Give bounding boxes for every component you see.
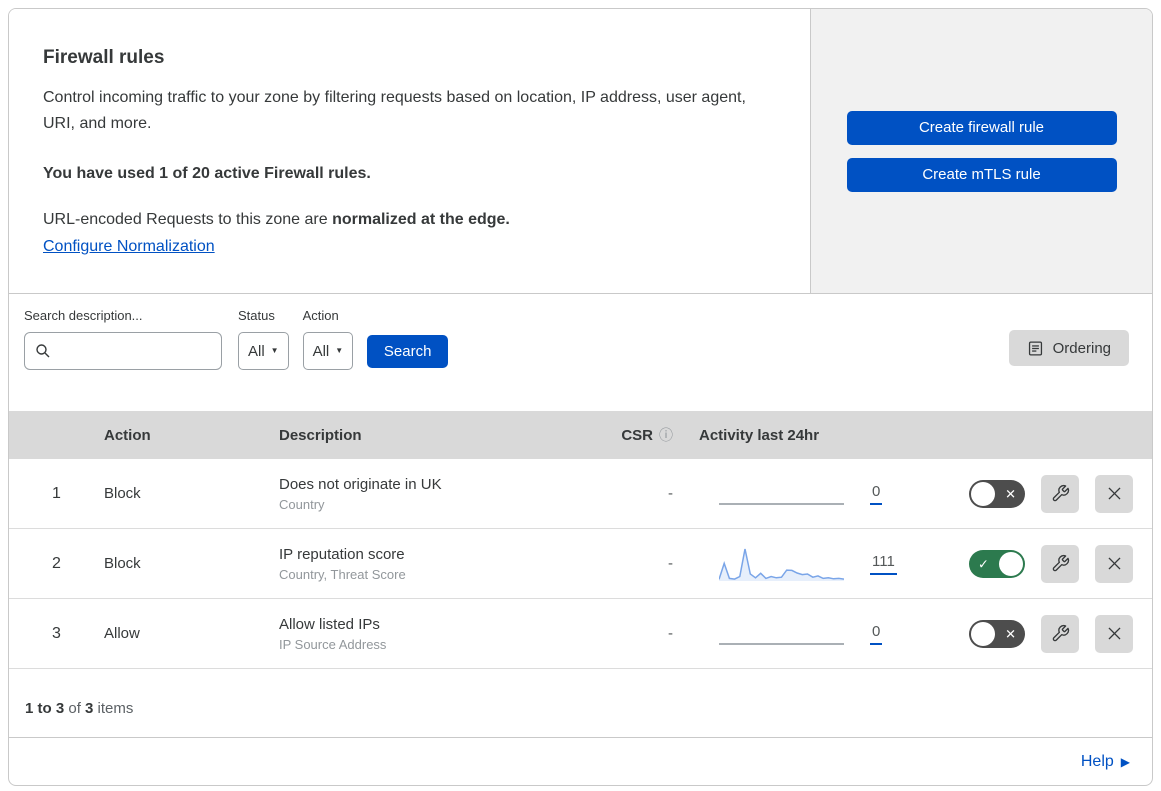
delete-rule-button[interactable] [1095,614,1133,653]
rule-priority: 3 [52,624,61,642]
rule-fields: IP Source Address [279,636,387,652]
status-filter-value: All [248,342,265,360]
create-firewall-rule-button[interactable]: Create firewall rule [846,110,1117,145]
table-header: Action Description CSR ⓘ Activity last 24… [9,411,1152,459]
rule-description: Does not originate in UK [279,475,442,493]
activity-sparkline [719,548,844,581]
ordering-button[interactable]: Ordering [1008,330,1129,366]
intro-panel: Firewall rules Control incoming traffic … [9,9,811,293]
close-icon [1107,627,1121,640]
activity-sparkline-flat [719,474,844,514]
action-filter-value: All [312,342,330,360]
table-row: 2 Block IP reputation score Country, Thr… [9,529,1152,599]
usage-summary: You have used 1 of 20 active Firewall ru… [43,165,371,182]
rule-fields: Country, Threat Score [279,566,406,582]
list-icon [1028,340,1042,356]
action-label: Action [302,308,339,323]
search-label: Search description... [24,308,143,323]
delete-rule-button[interactable] [1095,544,1133,583]
rule-priority: 1 [52,484,61,502]
create-mtls-rule-button[interactable]: Create mTLS rule [846,157,1117,192]
wrench-icon [1052,624,1069,642]
search-icon [36,344,50,358]
toggle-on-check-icon: ✓ [978,556,989,571]
delete-rule-button[interactable] [1095,474,1133,513]
status-filter-select[interactable]: All ▼ [238,332,289,370]
toggle-knob [999,551,1023,576]
table-row: 3 Allow Allow listed IPs IP Source Addre… [9,599,1152,669]
activity-count-link[interactable]: 0 [870,623,883,645]
edit-rule-button[interactable] [1041,474,1079,513]
filter-bar: Search description... Status All ▼ Actio… [9,294,1152,411]
wrench-icon [1052,484,1069,502]
rule-action: Allow [104,625,140,642]
normalization-text: URL-encoded Requests to this zone are [43,211,333,228]
rule-description: Allow listed IPs [279,615,380,633]
info-icon[interactable]: ⓘ [659,425,673,445]
help-bar: Help ▶ [9,737,1152,785]
rule-action: Block [104,485,141,502]
action-filter-select[interactable]: All ▼ [302,332,354,370]
top-section: Firewall rules Control incoming traffic … [9,9,1152,294]
ordering-button-label: Ordering [1052,339,1111,357]
rule-description: IP reputation score [279,545,405,563]
toggle-off-x-icon: ✕ [1005,486,1016,501]
edit-rule-button[interactable] [1041,544,1079,583]
normalization-note: URL-encoded Requests to this zone are no… [43,211,770,229]
action-column-header: Action [104,426,151,444]
items-range: 1 to 3 [25,699,65,717]
help-link[interactable]: Help ▶ [1081,753,1130,771]
edit-rule-button[interactable] [1041,614,1079,653]
toggle-knob [971,621,995,646]
rule-enabled-toggle[interactable]: ✓ [969,549,1025,578]
toggle-off-x-icon: ✕ [1005,626,1016,641]
close-icon [1107,557,1121,570]
rule-enabled-toggle[interactable]: ✕ [969,479,1025,508]
rule-csr: - [668,555,673,572]
activity-count-link[interactable]: 0 [870,483,883,505]
csr-column-header: CSR ⓘ [621,425,673,445]
pagination-summary: 1 to 3 of 3 items [25,699,134,717]
rule-fields: Country [279,496,325,512]
arrow-right-icon: ▶ [1120,754,1130,769]
chevron-down-icon: ▼ [270,346,279,355]
description-column-header: Description [279,426,362,444]
search-input[interactable] [57,343,211,359]
toggle-knob [971,481,995,506]
activity-sparkline-flat [719,614,844,654]
activity-count-link[interactable]: 111 [870,553,897,575]
actions-panel: Create firewall rule Create mTLS rule [811,9,1152,293]
configure-normalization-link[interactable]: Configure Normalization [43,238,215,256]
page-description: Control incoming traffic to your zone by… [43,89,746,132]
normalization-bold: normalized at the edge. [332,211,510,228]
rule-csr: - [668,485,673,502]
rule-action: Block [104,555,141,572]
wrench-icon [1052,554,1069,572]
chevron-down-icon: ▼ [335,346,344,355]
status-label: Status [238,308,275,323]
search-box [24,332,222,370]
rule-priority: 2 [52,554,61,572]
activity-column-header: Activity last 24hr [699,426,820,444]
table-row: 1 Block Does not originate in UK Country… [9,459,1152,529]
close-icon [1107,487,1121,500]
rule-csr: - [668,625,673,642]
rule-enabled-toggle[interactable]: ✕ [969,619,1025,648]
search-button[interactable]: Search [367,335,449,368]
firewall-rules-panel: Firewall rules Control incoming traffic … [8,8,1153,786]
page-title: Firewall rules [43,47,165,68]
